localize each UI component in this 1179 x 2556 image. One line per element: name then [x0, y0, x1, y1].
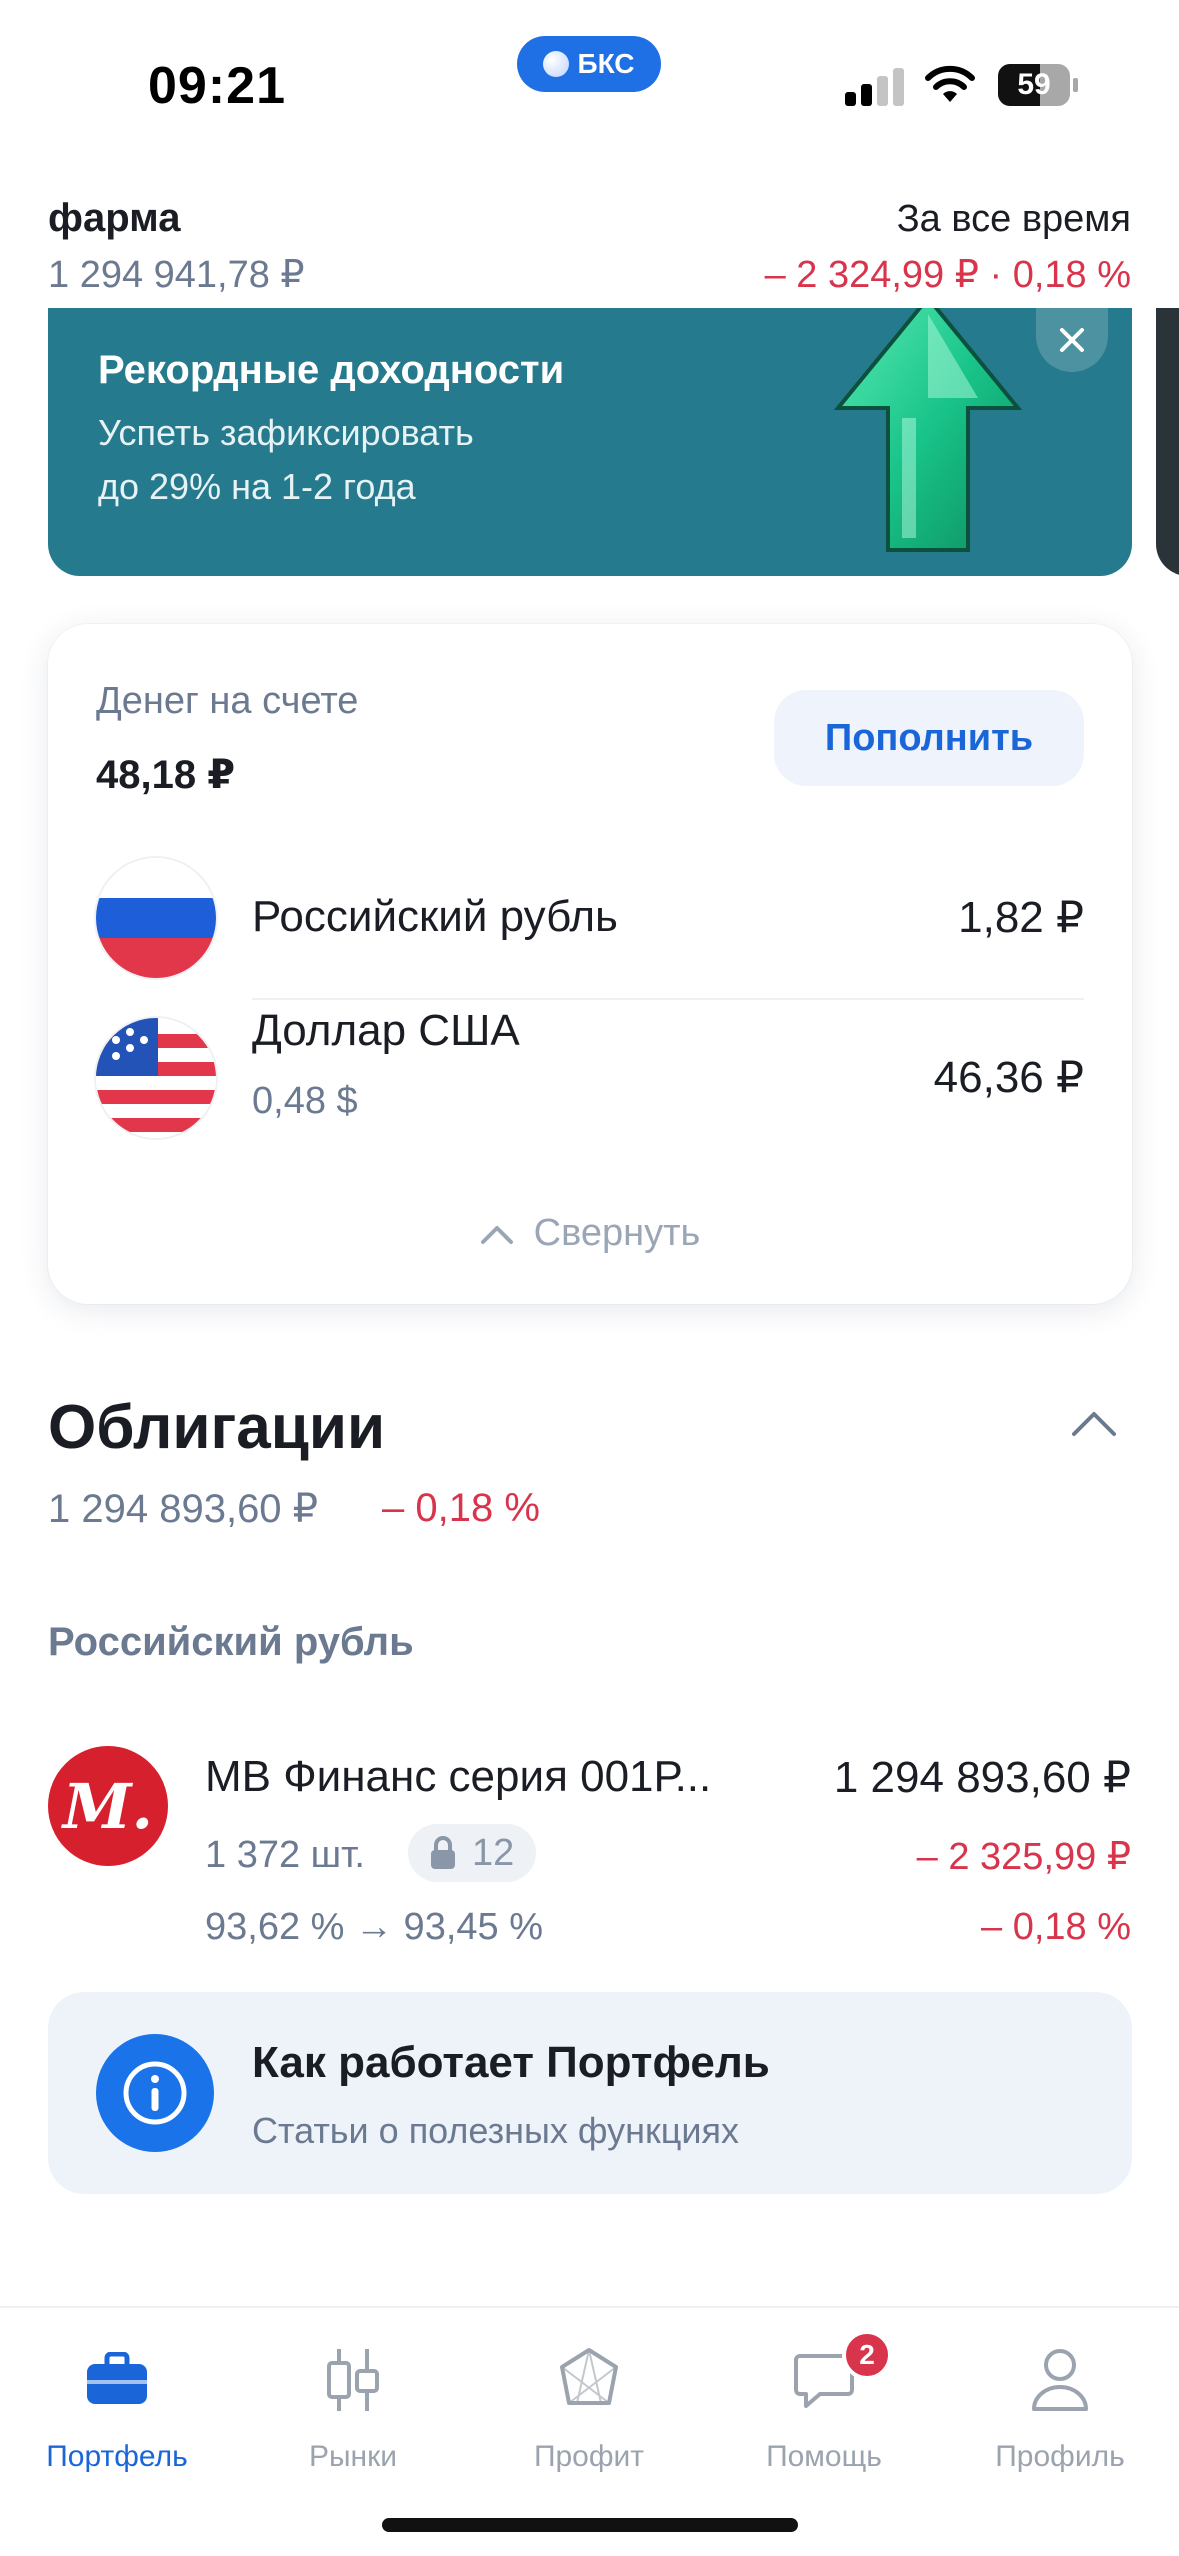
collapse-button[interactable]: Свернуть [48, 1212, 1132, 1255]
currency-row-rub[interactable]: Российский рубль 1,82 ₽ [96, 858, 1084, 978]
section-title-bonds[interactable]: Облигации [48, 1392, 385, 1463]
top-up-button[interactable]: Пополнить [774, 690, 1084, 786]
dynamic-island-indicator[interactable]: БКС [517, 36, 661, 92]
bond-quantity: 1 372 шт. [205, 1834, 365, 1876]
tab-label: Портфель [46, 2440, 188, 2473]
candlestick-icon [303, 2340, 403, 2420]
person-icon [1010, 2340, 1110, 2420]
period-change: – 2 324,99 ₽ · 0,18 % [764, 254, 1131, 296]
promo-text-line-2: до 29% на 1-2 года [98, 466, 416, 507]
tab-help[interactable]: 2 Помощь [714, 2330, 934, 2490]
bond-name: МВ Финанс серия 001Р... [205, 1752, 712, 1801]
notification-badge: 2 [842, 2330, 892, 2380]
promo-title: Рекордные доходности [98, 348, 565, 392]
mvideo-logo-icon: М. [48, 1746, 168, 1866]
usa-flag-icon [96, 1018, 216, 1138]
battery-icon: 59 [998, 64, 1078, 106]
clock: 09:21 [148, 57, 286, 115]
locked-count: 12 [472, 1831, 515, 1874]
tab-portfolio[interactable]: Портфель [7, 2330, 227, 2490]
currency-name: Доллар США [252, 1006, 520, 1055]
tab-profit[interactable]: Профит [479, 2330, 699, 2490]
cellular-signal-icon [845, 66, 905, 106]
wifi-icon [924, 64, 976, 104]
chevron-up-icon[interactable] [1066, 1404, 1122, 1444]
currency-amount: 0,48 $ [252, 1080, 358, 1122]
currency-group-title: Российский рубль [48, 1620, 414, 1664]
portfolio-help-card[interactable]: Как работает Портфель Статьи о полезных … [48, 1992, 1132, 2194]
green-up-arrow-icon [818, 308, 1058, 570]
battery-percent: 59 [1017, 68, 1051, 101]
collapse-label: Свернуть [533, 1212, 701, 1254]
bks-logo-icon [543, 51, 570, 77]
tab-label: Профит [533, 2440, 645, 2473]
tab-profile[interactable]: Профиль [950, 2330, 1170, 2490]
bonds-total: 1 294 893,60 ₽ [48, 1487, 319, 1531]
tab-markets[interactable]: Рынки [243, 2330, 463, 2490]
help-card-subtitle: Статьи о полезных функциях [252, 2110, 739, 2151]
promo-text-line-1: Успеть зафиксировать [98, 412, 474, 453]
promo-close-button[interactable] [1036, 308, 1108, 372]
currency-name: Российский рубль [252, 892, 618, 941]
close-icon [1060, 328, 1084, 352]
cash-balance-card: Денег на счете 48,18 ₽ Пополнить Российс… [48, 624, 1132, 1304]
portfolio-total: 1 294 941,78 ₽ [48, 254, 305, 296]
briefcase-icon [67, 2340, 167, 2420]
locked-badge: 12 [408, 1824, 537, 1882]
divider [252, 998, 1084, 1000]
island-label: БКС [577, 48, 635, 79]
promo-banner[interactable]: Рекордные доходности Успеть зафиксироват… [48, 308, 1132, 576]
bonds-change: – 0,18 % [382, 1486, 540, 1530]
tab-label: Рынки [308, 2440, 398, 2473]
cash-value: 48,18 ₽ [96, 753, 236, 797]
help-card-title: Как работает Портфель [252, 2038, 770, 2087]
bond-price-range: 93,62 % → 93,45 % [205, 1906, 543, 1948]
lock-icon [431, 1836, 455, 1869]
bond-change-abs: – 2 325,99 ₽ [916, 1836, 1131, 1878]
russia-flag-icon [96, 858, 216, 978]
status-bar: 09:21 БКС 59 [0, 0, 1179, 150]
tab-label: Помощь [766, 2440, 882, 2473]
bond-change-pct: – 0,18 % [981, 1906, 1131, 1948]
portfolio-name[interactable]: фарма [48, 196, 180, 241]
cash-label: Денег на счете [96, 680, 359, 722]
home-indicator[interactable] [382, 2518, 798, 2532]
currency-value: 46,36 ₽ [933, 1053, 1084, 1102]
currency-row-usd[interactable]: Доллар США 0,48 $ 46,36 ₽ [96, 1006, 1084, 1156]
hexagon-icon [539, 2340, 639, 2420]
currency-value: 1,82 ₽ [958, 893, 1084, 942]
tab-label: Профиль [995, 2440, 1125, 2473]
period-selector[interactable]: За все время [897, 198, 1131, 241]
next-promo-peek[interactable] [1156, 308, 1179, 576]
info-icon [96, 2034, 214, 2152]
chevron-up-icon [480, 1225, 513, 1244]
bond-value: 1 294 893,60 ₽ [833, 1753, 1131, 1802]
